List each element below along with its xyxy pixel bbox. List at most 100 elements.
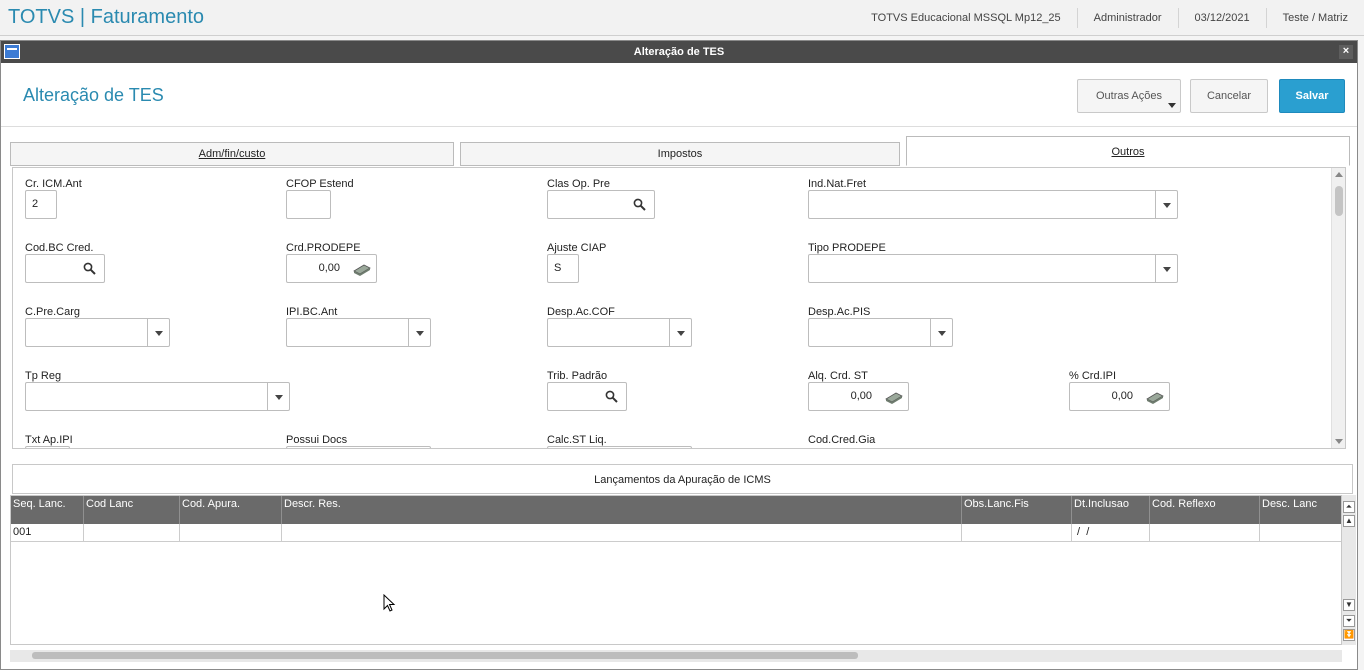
crd-prodepe-input[interactable]: 0,00 (286, 254, 377, 283)
field-label: Ind.Nat.Fret (808, 178, 867, 190)
tab-label: Impostos (657, 148, 703, 160)
scroll-line-down-icon[interactable]: ⏷ (1343, 615, 1355, 627)
tab-label: Adm/fin/custo (198, 148, 266, 160)
grid-title: Lançamentos da Apuração de ICMS (12, 464, 1353, 494)
field-label: Desp.Ac.PIS (808, 306, 871, 318)
pct-crd-ipi-input[interactable]: 0,00 (1069, 382, 1170, 411)
possui-docs-select[interactable] (286, 446, 431, 448)
cell-obs-lanc-fis[interactable] (962, 524, 1072, 541)
cell-cod-lanc[interactable] (84, 524, 180, 541)
ajuste-ciap-input[interactable]: S (547, 254, 579, 283)
calculator-icon[interactable] (884, 390, 904, 404)
scroll-thumb[interactable] (1335, 186, 1343, 216)
tipo-prodepe-select[interactable] (808, 254, 1178, 283)
cell-dt-inclusao[interactable]: / / (1072, 524, 1150, 541)
column-header[interactable]: Descr. Res. (282, 496, 962, 524)
session-info: TOTVS Educacional MSSQL Mp12_25 Administ… (855, 0, 1364, 36)
column-header[interactable]: Cod. Reflexo (1150, 496, 1260, 524)
column-header[interactable]: Desc. Lanc (1260, 496, 1343, 524)
more-actions-label: Outras Ações (1095, 90, 1163, 102)
desp-ac-cof-select[interactable] (547, 318, 692, 347)
ind-nat-fret-select[interactable] (808, 190, 1178, 219)
app-header: TOTVS | Faturamento TOTVS Educacional MS… (0, 0, 1364, 36)
tab-impostos[interactable]: Impostos (460, 142, 900, 166)
scroll-down-icon[interactable] (1335, 439, 1343, 444)
field-label: Calc.ST Liq. (547, 434, 607, 446)
close-icon[interactable]: × (1339, 45, 1353, 59)
more-actions-button[interactable]: Outras Ações (1077, 79, 1181, 113)
field-label: Clas Op. Pre (547, 178, 610, 190)
dialog-title: Alteração de TES (633, 46, 725, 58)
table-row[interactable]: 001 / / (11, 524, 1341, 542)
cell-desc-lanc[interactable] (1260, 524, 1343, 541)
company-label[interactable]: Teste / Matriz (1265, 8, 1364, 28)
magnifier-icon[interactable] (633, 198, 646, 211)
field-label: Cr. ICM.Ant (25, 178, 82, 190)
column-header[interactable]: Obs.Lanc.Fis (962, 496, 1072, 524)
tab-outros[interactable]: Outros (906, 136, 1350, 166)
scroll-top-icon[interactable]: ⏶ (1343, 501, 1355, 513)
chevron-down-icon[interactable] (267, 383, 289, 410)
field-label: Ajuste CIAP (547, 242, 607, 254)
column-header[interactable]: Seq. Lanc. (11, 496, 84, 524)
txt-ap-ipi-input[interactable] (25, 446, 70, 448)
cell-cod-reflexo[interactable] (1150, 524, 1260, 541)
desp-ac-pis-select[interactable] (808, 318, 953, 347)
cell-seq-lanc[interactable]: 001 (11, 524, 84, 541)
cfop-estend-input[interactable] (286, 190, 331, 219)
chevron-down-icon[interactable] (1155, 191, 1177, 218)
user-label[interactable]: Administrador (1076, 8, 1178, 28)
page-title: Alteração de TES (23, 85, 164, 105)
scroll-up-icon[interactable] (1335, 172, 1343, 177)
date-label[interactable]: 03/12/2021 (1177, 8, 1266, 28)
chevron-down-icon[interactable] (669, 319, 691, 346)
grid-scrollbar[interactable]: ⏶ ▲ ▼ ⏷ ⏬ (1342, 495, 1356, 645)
magnifier-icon[interactable] (83, 262, 96, 275)
field-label: Crd.PRODEPE (286, 242, 361, 254)
chevron-down-icon[interactable] (930, 319, 952, 346)
calc-st-liq-select[interactable] (547, 446, 692, 448)
chevron-down-icon[interactable] (1155, 255, 1177, 282)
cell-cod-apura[interactable] (180, 524, 282, 541)
calculator-icon[interactable] (352, 262, 372, 276)
chevron-down-icon (1168, 103, 1176, 108)
chevron-down-icon[interactable] (147, 319, 169, 346)
calculator-icon[interactable] (1145, 390, 1165, 404)
field-label: Cod.Cred.Gia (808, 434, 876, 446)
cr-icm-ant-input[interactable]: 2 (25, 190, 57, 219)
tab-adm-fin-custo[interactable]: Adm/fin/custo (10, 142, 454, 166)
form-panel: Cr. ICM.Ant 2 CFOP Estend Clas Op. Pre I… (12, 167, 1346, 449)
trib-padrao-input[interactable] (547, 382, 627, 411)
form-scrollbar[interactable] (1331, 168, 1345, 448)
tp-reg-select[interactable] (25, 382, 290, 411)
field-label: Txt Ap.IPI (25, 434, 73, 446)
field-label: Tp Reg (25, 370, 62, 382)
magnifier-icon[interactable] (605, 390, 618, 403)
scroll-page-down-icon[interactable]: ▼ (1343, 599, 1355, 611)
column-header[interactable]: Dt.Inclusao (1072, 496, 1150, 524)
field-label: Cod.BC Cred. (25, 242, 94, 254)
alq-crd-st-value: 0,00 (850, 390, 872, 402)
window-icon[interactable] (4, 44, 20, 59)
clas-op-pre-input[interactable] (547, 190, 655, 219)
field-label: Tipo PRODEPE (808, 242, 886, 254)
environment-label[interactable]: TOTVS Educacional MSSQL Mp12_25 (855, 8, 1077, 28)
save-button[interactable]: Salvar (1279, 79, 1345, 113)
hscroll-thumb[interactable] (32, 652, 858, 659)
c-pre-carg-select[interactable] (25, 318, 170, 347)
scroll-bottom-icon[interactable]: ⏬ (1343, 629, 1355, 641)
cod-bc-cred-input[interactable] (25, 254, 105, 283)
dialog-titlebar: Alteração de TES × (1, 41, 1357, 63)
cancel-button[interactable]: Cancelar (1190, 79, 1268, 113)
chevron-down-icon[interactable] (408, 319, 430, 346)
scroll-page-up-icon[interactable]: ▲ (1343, 515, 1355, 527)
column-header[interactable]: Cod. Apura. (180, 496, 282, 524)
mouse-cursor-icon (383, 594, 396, 612)
ipi-bc-ant-select[interactable] (286, 318, 431, 347)
icms-grid: Seq. Lanc. Cod Lanc Cod. Apura. Descr. R… (10, 495, 1343, 645)
cell-descr-res[interactable] (282, 524, 962, 541)
field-label: Desp.Ac.COF (547, 306, 615, 318)
alq-crd-st-input[interactable]: 0,00 (808, 382, 909, 411)
grid-hscroll[interactable] (10, 650, 1342, 662)
column-header[interactable]: Cod Lanc (84, 496, 180, 524)
